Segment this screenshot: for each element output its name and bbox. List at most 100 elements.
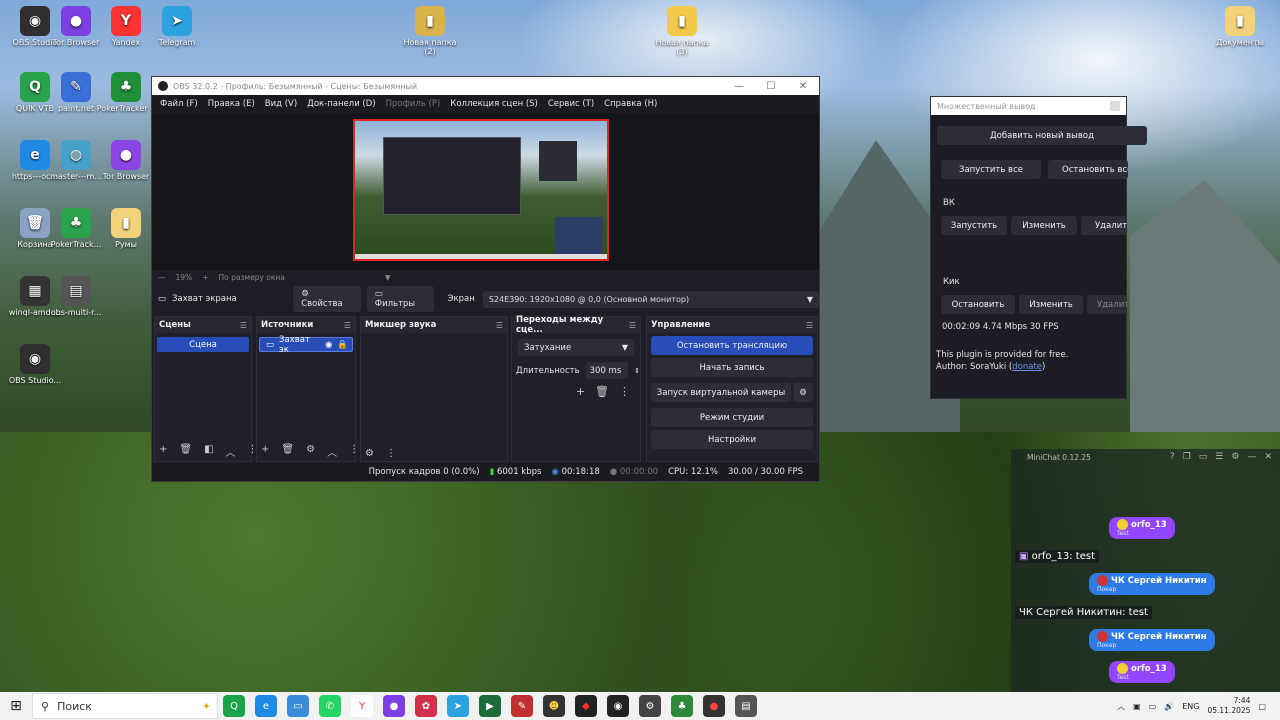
properties-button[interactable]: ⚙ Свойства [293, 286, 361, 312]
vk-start-button[interactable]: Запустить [941, 216, 1007, 235]
gear-icon[interactable]: ⚙ [306, 444, 315, 459]
obs-title-bar[interactable]: OBS 32.0.2 - Профиль: Безымянный - Сцены… [152, 77, 819, 95]
windows-start-icon[interactable]: ⊞ [0, 698, 32, 714]
filters-button[interactable]: ▭ Фильтры [366, 286, 434, 312]
preview-area[interactable] [152, 113, 819, 270]
dock-menu-icon[interactable]: ☰ [806, 321, 813, 330]
quik-icon[interactable]: Q [223, 695, 245, 717]
studio-mode-button[interactable]: Режим студии [651, 408, 813, 427]
edge-icon[interactable]: e [255, 695, 277, 717]
desktop-icon[interactable]: ▮ Румы [96, 208, 156, 249]
chevron-up-icon[interactable]: ︿ [327, 444, 337, 459]
notification-icon[interactable]: ▢ [1258, 702, 1266, 711]
add-icon[interactable]: + [159, 444, 167, 459]
clock[interactable]: 7:44 05.11.2025 [1207, 696, 1250, 716]
settings-button[interactable]: Настройки [651, 430, 813, 449]
desktop-icon[interactable]: ▮ Новая папка (2) [400, 6, 460, 56]
duration-input[interactable]: 300 ms [585, 362, 629, 379]
app-red-icon[interactable]: ✿ [415, 695, 437, 717]
desktop-icon[interactable]: ▮ Документы [1210, 6, 1270, 47]
vk-edit-button[interactable]: Изменить [1011, 216, 1077, 235]
menu-view[interactable]: Вид (V) [260, 99, 302, 109]
more-icon[interactable]: ⋮ [349, 444, 359, 459]
menu-help[interactable]: Справка (H) [599, 99, 662, 109]
menu-docks[interactable]: Док-панели (D) [302, 99, 380, 109]
window-icon[interactable]: ▭ [1199, 452, 1208, 462]
more-icon[interactable]: ⋮ [619, 385, 630, 398]
multi-output-title-bar[interactable]: Множественный вывод [931, 97, 1126, 115]
trash-icon[interactable]: 🗑 [179, 444, 192, 459]
obs-taskbar-icon[interactable]: ◉ [607, 695, 629, 717]
whatsapp-icon[interactable]: ✆ [319, 695, 341, 717]
add-icon[interactable]: + [261, 444, 269, 459]
eye-icon[interactable]: ◉ [325, 340, 332, 350]
terminal-icon[interactable]: ▶ [479, 695, 501, 717]
desktop-icon[interactable]: ▮ Новая папка (3) [652, 6, 712, 56]
lock-icon[interactable]: 🔒 [337, 340, 348, 350]
virtual-camera-button[interactable]: Запуск виртуальной камеры [651, 383, 791, 402]
menu-edit[interactable]: Правка (E) [203, 99, 260, 109]
gear-icon[interactable]: ⚙ [365, 448, 374, 459]
chevron-up-icon[interactable]: ︿ [1117, 701, 1125, 712]
more-icon[interactable]: ⋮ [386, 448, 396, 459]
kick-edit-button[interactable]: Изменить [1019, 295, 1083, 314]
yandex-icon[interactable]: Y [351, 695, 373, 717]
gear-icon[interactable]: ⚙ [1231, 452, 1239, 462]
scene-item[interactable]: Сцена [157, 337, 249, 352]
preview-screen-capture[interactable] [353, 119, 609, 261]
close-icon[interactable]: ✕ [787, 81, 819, 92]
desktop-icon[interactable]: ▤ obs-multi-r... [46, 276, 106, 317]
menu-tools[interactable]: Сервис (T) [543, 99, 599, 109]
multi-output-window[interactable]: Множественный вывод Добавить новый вывод… [930, 96, 1147, 399]
donate-link[interactable]: donate [1012, 362, 1042, 372]
maximize-icon[interactable]: ☐ [755, 81, 787, 92]
telegram-icon[interactable]: ➤ [447, 695, 469, 717]
vk-delete-button[interactable]: Удалить [1081, 216, 1127, 235]
start-record-button[interactable]: Начать запись [651, 358, 813, 377]
dock-menu-icon[interactable]: ☰ [629, 321, 636, 330]
stop-all-button[interactable]: Остановить все [1048, 160, 1128, 179]
menu-file[interactable]: Файл (F) [155, 99, 203, 109]
desktop-icon[interactable]: ➤ Telegram [147, 6, 207, 47]
minichat-window[interactable]: MiniChat 0.12.25 ? ❐ ▭ ☰ ⚙ — ✕ orfo_13 Te… [1011, 449, 1280, 692]
pokerstars-icon[interactable]: ♣ [671, 695, 693, 717]
tor-icon[interactable]: ● [383, 695, 405, 717]
minimize-icon[interactable]: — [723, 81, 755, 92]
tray-app-icon[interactable]: ▣ [1133, 702, 1141, 711]
start-all-button[interactable]: Запустить все [941, 160, 1041, 179]
list-icon[interactable]: ☰ [1215, 452, 1223, 462]
chevron-up-icon[interactable]: ︿ [226, 444, 236, 459]
app-circle-icon[interactable]: ● [703, 695, 725, 717]
app-dark-icon[interactable]: ◆ [575, 695, 597, 717]
menu-scene-collection[interactable]: Коллекция сцен (S) [445, 99, 543, 109]
add-output-button[interactable]: Добавить новый вывод [937, 126, 1147, 145]
spinner-icon[interactable]: ⇕ [634, 367, 640, 375]
menu-profile[interactable]: Профиль (P) [381, 99, 446, 109]
trash-icon[interactable]: 🗑 [281, 444, 294, 459]
chevron-down-icon[interactable]: ▼ [385, 273, 391, 282]
explorer-icon[interactable]: ▭ [287, 695, 309, 717]
help-icon[interactable]: ? [1170, 452, 1175, 462]
minimize-icon[interactable]: — [1247, 452, 1256, 462]
desktop-icon[interactable]: ● Tor Browser [96, 140, 156, 181]
dock-menu-icon[interactable]: ☰ [240, 321, 247, 330]
screen-select[interactable]: S24E390: 1920x1080 @ 0,0 (Основной монит… [482, 290, 819, 308]
transition-select[interactable]: Затухание ▼ [518, 339, 634, 356]
close-icon[interactable]: ✕ [1264, 452, 1272, 462]
kick-delete-button[interactable]: Удалить [1087, 295, 1127, 314]
filter-icon[interactable]: ◧ [204, 444, 213, 459]
stop-stream-button[interactable]: Остановить трансляцию [651, 336, 813, 355]
minichat-title-bar[interactable]: MiniChat 0.12.25 ? ❐ ▭ ☰ ⚙ — ✕ [1011, 449, 1280, 465]
kick-stop-button[interactable]: Остановить [941, 295, 1015, 314]
source-item[interactable]: ▭ Захват эк ◉ 🔒 [259, 335, 353, 355]
zoom-mode[interactable]: По размеру окна [218, 273, 284, 282]
virtual-camera-settings-button[interactable]: ⚙ [793, 383, 813, 402]
close-icon[interactable] [1110, 101, 1120, 111]
desktop-icon[interactable]: ◉ OBS Studio... [5, 344, 65, 385]
zoom-out-icon[interactable]: — [158, 273, 166, 282]
settings-taskbar-icon[interactable]: ⚙ [639, 695, 661, 717]
language-indicator[interactable]: ENG [1182, 702, 1199, 711]
paintnet-icon[interactable]: ✎ [511, 695, 533, 717]
dock-menu-icon[interactable]: ☰ [344, 321, 351, 330]
network-icon[interactable]: ▭ [1149, 702, 1157, 711]
